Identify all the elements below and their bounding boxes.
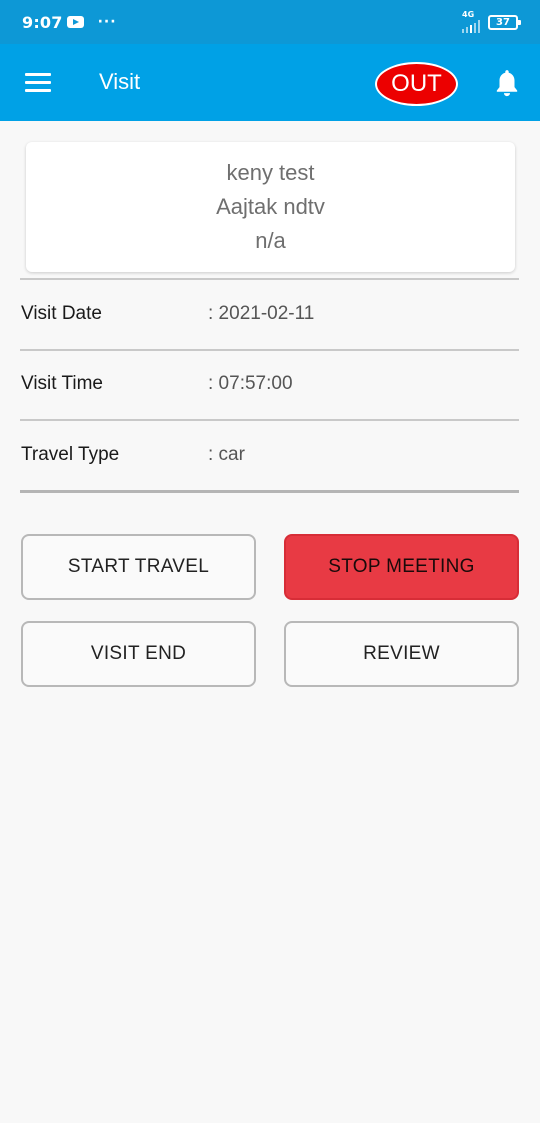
stop-meeting-button[interactable]: STOP MEETING bbox=[284, 534, 519, 600]
visit-info-card: keny test Aajtak ndtv n/a bbox=[26, 142, 515, 272]
visit-time-value: : 07:57:00 bbox=[208, 373, 293, 394]
visit-end-button[interactable]: VISIT END bbox=[21, 621, 256, 687]
review-button[interactable]: REVIEW bbox=[284, 621, 519, 687]
bell-icon[interactable] bbox=[494, 68, 520, 98]
card-extra-info: n/a bbox=[255, 228, 286, 253]
divider bbox=[20, 349, 519, 351]
visit-time-label: Visit Time bbox=[21, 373, 104, 394]
divider bbox=[20, 490, 519, 493]
out-button[interactable]: OUT bbox=[375, 62, 458, 106]
battery-icon: 37 bbox=[488, 14, 521, 30]
menu-icon[interactable] bbox=[25, 73, 51, 92]
travel-type-label: Travel Type bbox=[21, 444, 120, 465]
status-right: 4G 37 bbox=[462, 11, 521, 33]
page-title: Visit bbox=[99, 69, 141, 94]
status-dots: ··· bbox=[97, 14, 117, 30]
divider bbox=[20, 419, 519, 421]
app-bar: Visit OUT bbox=[0, 44, 540, 121]
status-bar: 9:07 ··· 4G 37 bbox=[0, 0, 540, 44]
detail-row-travel-type: Travel Type : car bbox=[21, 444, 519, 474]
detail-row-visit-date: Visit Date : 2021-02-11 bbox=[21, 303, 519, 333]
card-contact-name: keny test bbox=[226, 160, 315, 185]
card-company-name: Aajtak ndtv bbox=[216, 194, 325, 219]
start-travel-button[interactable]: START TRAVEL bbox=[21, 534, 256, 600]
travel-type-value: : car bbox=[208, 444, 245, 465]
youtube-icon bbox=[66, 16, 84, 28]
battery-level: 37 bbox=[496, 16, 510, 28]
status-time: 9:07 bbox=[22, 12, 63, 32]
visit-date-label: Visit Date bbox=[21, 303, 102, 324]
network-label: 4G bbox=[462, 10, 475, 19]
divider bbox=[20, 278, 519, 280]
detail-row-visit-time: Visit Time : 07:57:00 bbox=[21, 373, 519, 403]
signal-icon bbox=[462, 19, 480, 33]
visit-date-value: : 2021-02-11 bbox=[208, 303, 315, 324]
network-indicator: 4G bbox=[462, 11, 480, 33]
